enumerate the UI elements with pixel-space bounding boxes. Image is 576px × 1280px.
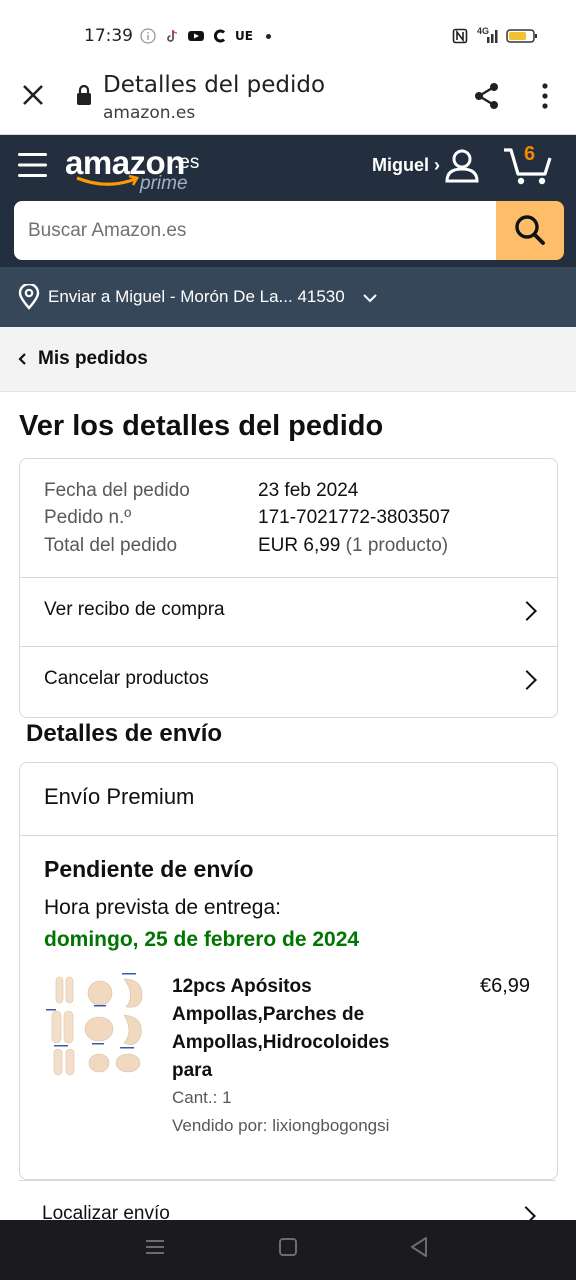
breadcrumb-label[interactable]: Mis pedidos [38,348,148,370]
product-title-line: Ampollas,Hidrocoloides [172,1032,390,1053]
ue-badge: UE [235,29,253,43]
cancel-products-row[interactable]: Cancelar productos [20,647,557,715]
deliver-to-text: Enviar a Miguel - Morón De La... 41530 [48,287,345,306]
eta-date: domingo, 25 de febrero de 2024 [44,928,360,951]
chevron-down-icon [363,294,377,303]
c-icon [214,29,226,43]
order-summary-card: Fecha del pedido 23 feb 2024 Pedido n.º … [19,458,558,718]
shipment-status: Pendiente de envío [44,856,254,882]
battery-icon [506,29,537,43]
product-image[interactable] [44,971,154,1081]
page-title: Ver los detalles del pedido [19,410,384,442]
nfc-icon [452,28,468,44]
eta-label: Hora prevista de entrega: [44,896,281,919]
search-input[interactable]: Buscar Amazon.es [14,201,496,260]
product-title-line: para [172,1060,213,1081]
order-number-label: Pedido n.º [44,507,132,528]
product-title-line: 12pcs Apósitos [172,976,312,997]
dot-icon [266,34,271,39]
browser-url[interactable]: amazon.es [103,103,195,123]
logo-prime: prime [140,173,188,194]
search-icon [515,215,545,245]
recent-apps-icon[interactable] [145,1237,165,1257]
order-number-value: 171-7021772-3803507 [258,507,451,528]
close-icon[interactable] [22,84,44,106]
product-title-line: Ampollas,Parches de [172,1004,365,1025]
amazon-logo[interactable]: amazon .es prime [65,142,205,198]
search-placeholder: Buscar Amazon.es [28,220,187,241]
search-button[interactable] [496,201,564,260]
deliver-to-bar[interactable]: Enviar a Miguel - Morón De La... 41530 [0,267,576,327]
status-bar: 17:39 UE 4G [0,0,576,70]
hamburger-menu-icon[interactable] [18,151,48,179]
order-date-label: Fecha del pedido [44,480,190,501]
track-shipment-row[interactable]: Localizar envío [19,1180,556,1221]
order-total-items: (1 producto) [345,535,449,556]
account-icon[interactable] [444,148,480,184]
chevron-right-icon [517,670,537,690]
product-price: €6,99 [480,975,531,997]
status-time: 17:39 [84,26,133,46]
shipping-speed: Envío Premium [44,784,195,809]
view-receipt-row[interactable]: Ver recibo de compra [20,578,557,646]
browser-page-title: Detalles del pedido [103,72,326,98]
order-total-label: Total del pedido [44,535,178,556]
view-receipt-link[interactable]: Ver recibo de compra [44,599,225,621]
lock-icon [77,84,91,105]
browser-toolbar: Detalles del pedido amazon.es [0,70,576,135]
product-title[interactable]: 12pcs Apósitos Ampollas,Parches de Ampol… [172,973,442,1085]
track-shipment-link[interactable]: Localizar envío [42,1203,170,1221]
chevron-right-icon [516,1206,536,1221]
shipment-card: Envío Premium Pendiente de envío Hora pr… [19,762,558,1180]
more-options-icon[interactable] [538,82,552,110]
location-pin-icon [18,284,40,310]
product-quantity: Cant.: 1 [172,1088,232,1107]
order-total-amount: EUR 6,99 [258,535,341,556]
breadcrumb[interactable]: Mis pedidos [0,327,576,392]
account-link[interactable]: Miguel › [372,155,440,176]
shipping-section-title: Detalles de envío [26,720,223,747]
cancel-products-link[interactable]: Cancelar productos [44,668,209,690]
order-date-value: 23 feb 2024 [258,480,359,501]
home-icon[interactable] [278,1237,298,1257]
cart-count: 6 [524,143,536,165]
logo-suffix: .es [174,152,200,173]
youtube-icon [188,31,204,41]
tiktok-icon [167,29,178,42]
order-total-value: EUR 6,99 (1 producto) [258,535,448,557]
smile-arrow-icon [76,175,139,186]
chevron-left-icon [18,353,26,365]
network-type: 4G [477,26,490,36]
divider [20,835,557,836]
info-icon [140,28,156,44]
share-icon[interactable] [472,81,502,111]
product-seller: Vendido por: lixiongbogongsi [172,1116,390,1135]
back-icon[interactable] [409,1236,429,1258]
system-nav-bar [0,1220,576,1280]
chevron-right-icon [517,601,537,621]
